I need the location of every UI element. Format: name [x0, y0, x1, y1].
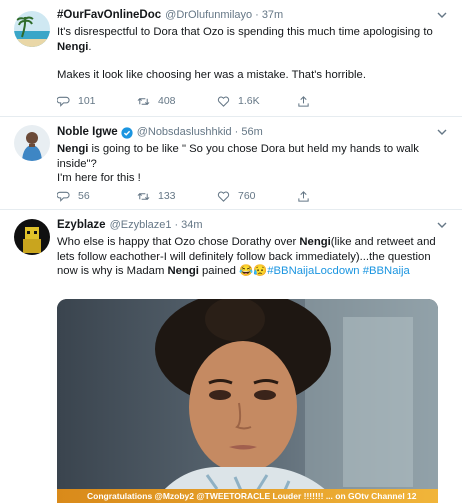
- display-name[interactable]: Ezyblaze: [57, 218, 106, 233]
- highlight: Nengi: [167, 265, 199, 277]
- like-button[interactable]: 1.6K: [217, 95, 297, 108]
- retweet-button[interactable]: 408: [137, 95, 217, 108]
- separator-dot: ·: [174, 219, 179, 231]
- hashtag-link[interactable]: #BBNaijaLocdown: [267, 265, 359, 277]
- avatar[interactable]: [14, 219, 50, 255]
- separator-dot: ·: [234, 126, 239, 138]
- tweet[interactable]: Ezyblaze @Ezyblaze1 · 34m Who else is ha…: [0, 210, 462, 503]
- reply-icon: [57, 191, 70, 202]
- share-icon: [298, 95, 309, 107]
- retweet-count: 133: [158, 190, 176, 202]
- separator-dot: ·: [255, 9, 259, 21]
- avatar[interactable]: [14, 11, 50, 47]
- tweet-text: It's disrespectful to Dora that Ozo is s…: [57, 26, 433, 81]
- highlight: Nengi: [57, 40, 89, 53]
- highlight: Nengi: [57, 143, 89, 155]
- reply-button[interactable]: 101: [57, 95, 137, 108]
- reply-icon: [57, 96, 70, 107]
- tweet-actions: 101 408 1.6K: [57, 94, 377, 108]
- reply-button[interactable]: 56: [57, 190, 137, 203]
- like-count: 760: [238, 190, 256, 202]
- like-count: 1.6K: [238, 95, 260, 107]
- user-handle[interactable]: @Ezyblaze1: [110, 218, 172, 233]
- heart-icon: [217, 191, 230, 202]
- retweet-icon: [137, 97, 150, 105]
- share-button[interactable]: [297, 190, 318, 203]
- heart-icon: [217, 96, 230, 107]
- emoji: 😂😥: [239, 265, 268, 277]
- retweet-icon: [137, 192, 150, 200]
- share-icon: [298, 190, 309, 202]
- avatar[interactable]: [14, 125, 50, 161]
- display-name[interactable]: #OurFavOnlineDoc: [57, 8, 161, 23]
- chevron-down-icon[interactable]: [436, 219, 448, 231]
- timestamp[interactable]: 34m: [181, 218, 202, 233]
- retweet-button[interactable]: 133: [137, 190, 217, 203]
- display-name[interactable]: Noble Igwe: [57, 125, 118, 140]
- user-handle[interactable]: @Nobsdaslushhkid: [137, 125, 232, 140]
- tweet-actions: 56 133 760: [57, 189, 377, 203]
- timestamp[interactable]: 37m: [262, 8, 283, 23]
- like-button[interactable]: 760: [217, 190, 297, 203]
- tweet[interactable]: #OurFavOnlineDoc @DrOlufunmilayo · 37m I…: [0, 0, 462, 117]
- chevron-down-icon[interactable]: [436, 126, 448, 138]
- reply-count: 101: [78, 95, 96, 107]
- user-handle[interactable]: @DrOlufunmilayo: [165, 8, 252, 23]
- verified-badge-icon: [121, 126, 133, 139]
- hashtag-link[interactable]: #BBNaija: [363, 265, 410, 277]
- reply-count: 56: [78, 190, 90, 202]
- broadcast-banner-text: Congratulations @Mzoby2 @TWEETORACLE Lou…: [87, 491, 417, 501]
- timestamp[interactable]: 56m: [241, 125, 262, 140]
- timeline: #OurFavOnlineDoc @DrOlufunmilayo · 37m I…: [0, 0, 462, 503]
- tweet-text: Nengi is going to be like " So you chose…: [57, 143, 419, 184]
- tweet-text: Who else is happy that Ozo chose Dorathy…: [57, 236, 436, 277]
- tweet[interactable]: Noble Igwe @Nobsdaslushhkid · 56m Nengi …: [0, 117, 462, 210]
- highlight: Nengi: [299, 236, 331, 248]
- share-button[interactable]: [297, 95, 318, 108]
- retweet-count: 408: [158, 95, 176, 107]
- chevron-down-icon[interactable]: [436, 9, 448, 21]
- tweet-media-image[interactable]: Congratulations @Mzoby2 @TWEETORACLE Lou…: [57, 299, 438, 503]
